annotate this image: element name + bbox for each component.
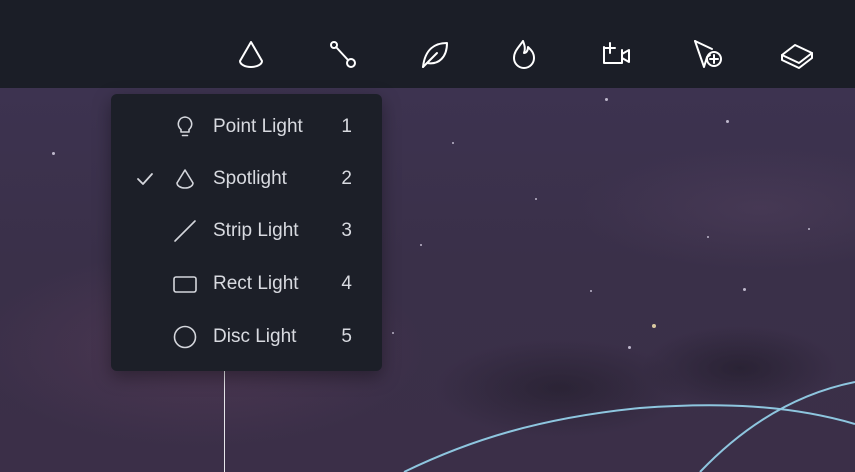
add-camera-icon — [603, 42, 630, 64]
spotlight-drop-icon — [173, 167, 197, 191]
menu-item-disc-light[interactable]: Disc Light 5 — [111, 314, 382, 360]
select-add-tool-button[interactable] — [683, 30, 731, 78]
light-type-menu: Point Light 1 Spotlight 2 Strip Light 3 … — [111, 94, 382, 371]
menu-item-rect-light[interactable]: Rect Light 4 — [111, 261, 382, 307]
top-toolbar — [0, 0, 855, 88]
cursor-add-icon — [694, 40, 722, 68]
menu-item-label: Spotlight — [213, 168, 287, 189]
spotlight-drop-icon — [239, 41, 263, 68]
menu-item-label: Point Light — [213, 116, 303, 137]
bulb-icon — [173, 115, 197, 139]
menu-item-shortcut: 4 — [341, 273, 352, 294]
effects-tool-button[interactable] — [500, 30, 548, 78]
menu-item-label: Strip Light — [213, 220, 299, 241]
rectangle-icon — [173, 272, 197, 296]
circle-icon — [173, 325, 197, 349]
leaf-icon — [422, 42, 448, 68]
flame-icon — [513, 40, 535, 69]
checkmark-icon — [135, 169, 155, 189]
line-icon — [173, 219, 197, 243]
menu-item-label: Rect Light — [213, 273, 299, 294]
layers-plane-icon — [781, 44, 813, 69]
menu-item-label: Disc Light — [213, 326, 297, 347]
menu-item-strip-light[interactable]: Strip Light 3 — [111, 208, 382, 254]
layers-tool-button[interactable] — [773, 30, 821, 78]
gizmo-axis-line — [224, 371, 225, 472]
menu-item-shortcut: 3 — [341, 220, 352, 241]
vegetation-tool-button[interactable] — [410, 30, 458, 78]
path-node-icon — [330, 41, 356, 68]
menu-item-spotlight[interactable]: Spotlight 2 — [111, 156, 382, 202]
menu-item-shortcut: 5 — [341, 326, 352, 347]
menu-item-point-light[interactable]: Point Light 1 — [111, 104, 382, 150]
path-tool-button[interactable] — [318, 30, 366, 78]
spotlight-tool-button[interactable] — [227, 30, 275, 78]
add-camera-tool-button[interactable] — [591, 30, 639, 78]
menu-item-shortcut: 2 — [341, 168, 352, 189]
menu-item-shortcut: 1 — [341, 116, 352, 137]
